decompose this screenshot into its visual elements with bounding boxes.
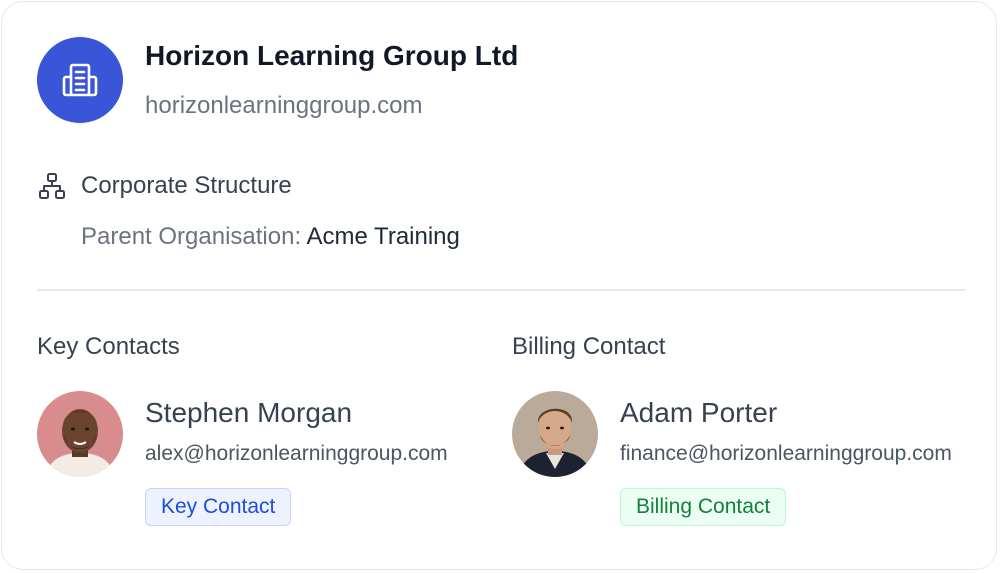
key-contact-name[interactable]: Stephen Morgan [145,397,352,429]
org-chart-icon [39,173,65,199]
billing-contact-avatar[interactable] [512,391,598,477]
key-contacts-title: Key Contacts [37,333,180,360]
organisation-name: Horizon Learning Group Ltd [145,40,519,71]
parent-organisation-label: Parent Organisation: [81,223,302,250]
organisation-domain: horizonlearninggroup.com [145,92,423,119]
billing-contact-name[interactable]: Adam Porter [620,397,777,429]
organisation-card: Horizon Learning Group Ltd horizonlearni… [1,1,997,570]
organisation-avatar [37,37,123,123]
key-contact-email[interactable]: alex@horizonlearninggroup.com [145,442,448,466]
parent-organisation-value[interactable]: Acme Training [306,223,459,250]
section-divider [37,289,966,291]
corporate-structure-title: Corporate Structure [81,172,292,199]
billing-contact-email[interactable]: finance@horizonlearninggroup.com [620,442,952,466]
key-contact-avatar[interactable] [37,391,123,477]
key-contact-badge: Key Contact [145,488,292,526]
building-icon [62,63,98,97]
parent-organisation-row: Parent Organisation: Acme Training [81,223,460,251]
billing-contact-title: Billing Contact [512,333,666,360]
billing-contact-badge: Billing Contact [620,488,787,526]
